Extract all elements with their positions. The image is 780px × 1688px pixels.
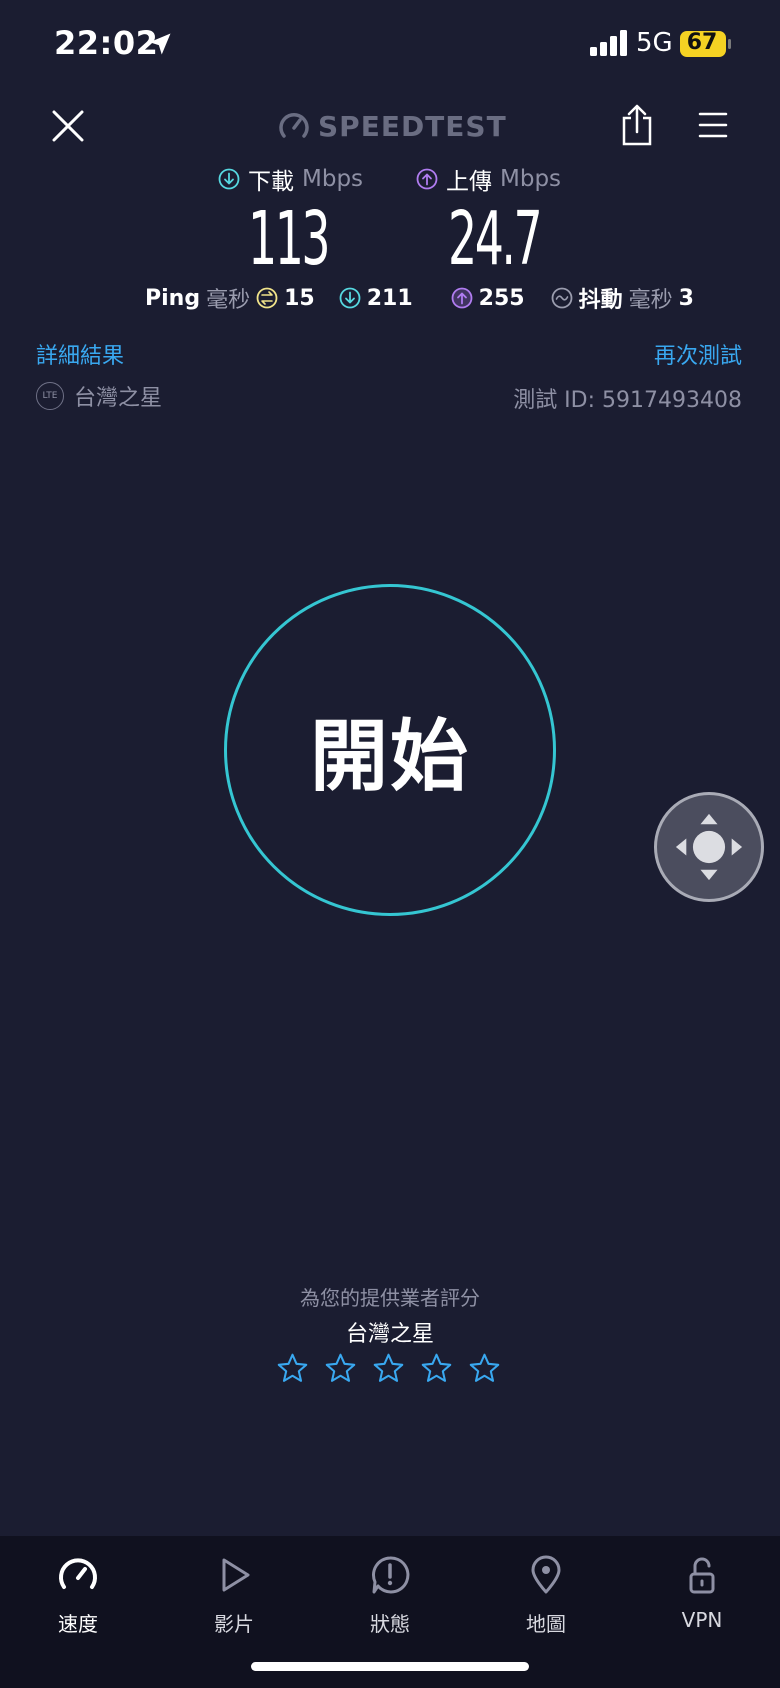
location-arrow-icon [149,33,171,55]
speedometer-icon [59,1558,97,1589]
start-button-label: 開始 [309,712,470,802]
upload-value: 24.7 [448,196,543,282]
download-unit: Mbps [302,166,364,192]
nav-map[interactable]: 地圖 [486,1554,606,1637]
ping-row: Ping 毫秒 15 211 255 抖動 毫秒 3 [145,280,694,316]
provider-info: LTE 台灣之星 [36,380,162,412]
star-icon[interactable] [468,1352,501,1385]
star-icon[interactable] [372,1352,405,1385]
rating-stars [276,1352,501,1385]
retest-link[interactable]: 再次測試 [654,338,742,370]
share-icon[interactable] [620,104,654,146]
play-icon [222,1558,250,1592]
jitter-icon [551,287,572,309]
nav-map-label: 地圖 [526,1612,566,1636]
gauge-logo-icon [279,112,309,138]
provider-name: 台灣之星 [74,386,163,411]
download-label: 下載 Mbps [218,162,363,196]
upload-ping-icon [451,287,473,309]
upload-unit: Mbps [500,166,562,192]
nav-vpn[interactable]: VPN [642,1554,762,1632]
map-pin-icon [531,1555,561,1594]
assistive-touch-icon[interactable] [654,792,764,902]
menu-icon[interactable] [698,110,728,140]
logo-text: SPEEDTEST [318,109,507,143]
nav-speed-label: 速度 [58,1612,98,1636]
star-icon[interactable] [420,1352,453,1385]
jitter-label: 抖動 [578,288,623,313]
rating-prompt: 為您的提供業者評分 [300,1286,480,1310]
star-icon[interactable] [324,1352,357,1385]
rating-provider-name: 台灣之星 [345,1322,434,1347]
jitter-value: 3 [678,285,694,311]
download-arrow-icon [218,168,240,190]
home-indicator[interactable] [251,1662,529,1671]
download-ping-icon [339,287,361,309]
status-time: 22:02 [54,24,159,62]
nav-video[interactable]: 影片 [174,1554,294,1637]
alert-icon [372,1556,410,1594]
test-id: 測試 ID: 5917493408 [513,388,742,413]
ping-label: Ping [145,285,201,311]
idle-ping-icon [256,287,278,309]
download-value: 113 [248,196,331,282]
lte-badge-icon: LTE [36,382,64,410]
close-icon[interactable] [48,106,88,146]
ping-upload-value: 255 [478,285,525,311]
jitter-unit: 毫秒 [628,288,673,313]
upload-label: 上傳 Mbps [416,162,561,196]
nav-status-label: 狀態 [370,1612,410,1636]
speedtest-logo: SPEEDTEST [278,108,507,144]
star-icon[interactable] [276,1352,309,1385]
ping-download-value: 211 [366,285,413,311]
unlock-icon [689,1557,715,1594]
detail-results-link[interactable]: 詳細結果 [36,338,124,370]
network-type: 5G [636,28,673,58]
upload-label-text: 上傳 [446,169,492,195]
ping-unit: 毫秒 [206,288,251,313]
cellular-signal-icon [590,30,627,56]
battery-level: 67 [686,30,718,55]
start-button[interactable]: 開始 [224,584,556,916]
upload-arrow-icon [416,168,438,190]
ping-idle-value: 15 [284,285,315,311]
nav-video-label: 影片 [214,1612,254,1636]
download-label-text: 下載 [248,169,294,195]
nav-status[interactable]: 狀態 [330,1554,450,1637]
nav-vpn-label: VPN [681,1608,723,1632]
nav-speed[interactable]: 速度 [18,1554,138,1637]
